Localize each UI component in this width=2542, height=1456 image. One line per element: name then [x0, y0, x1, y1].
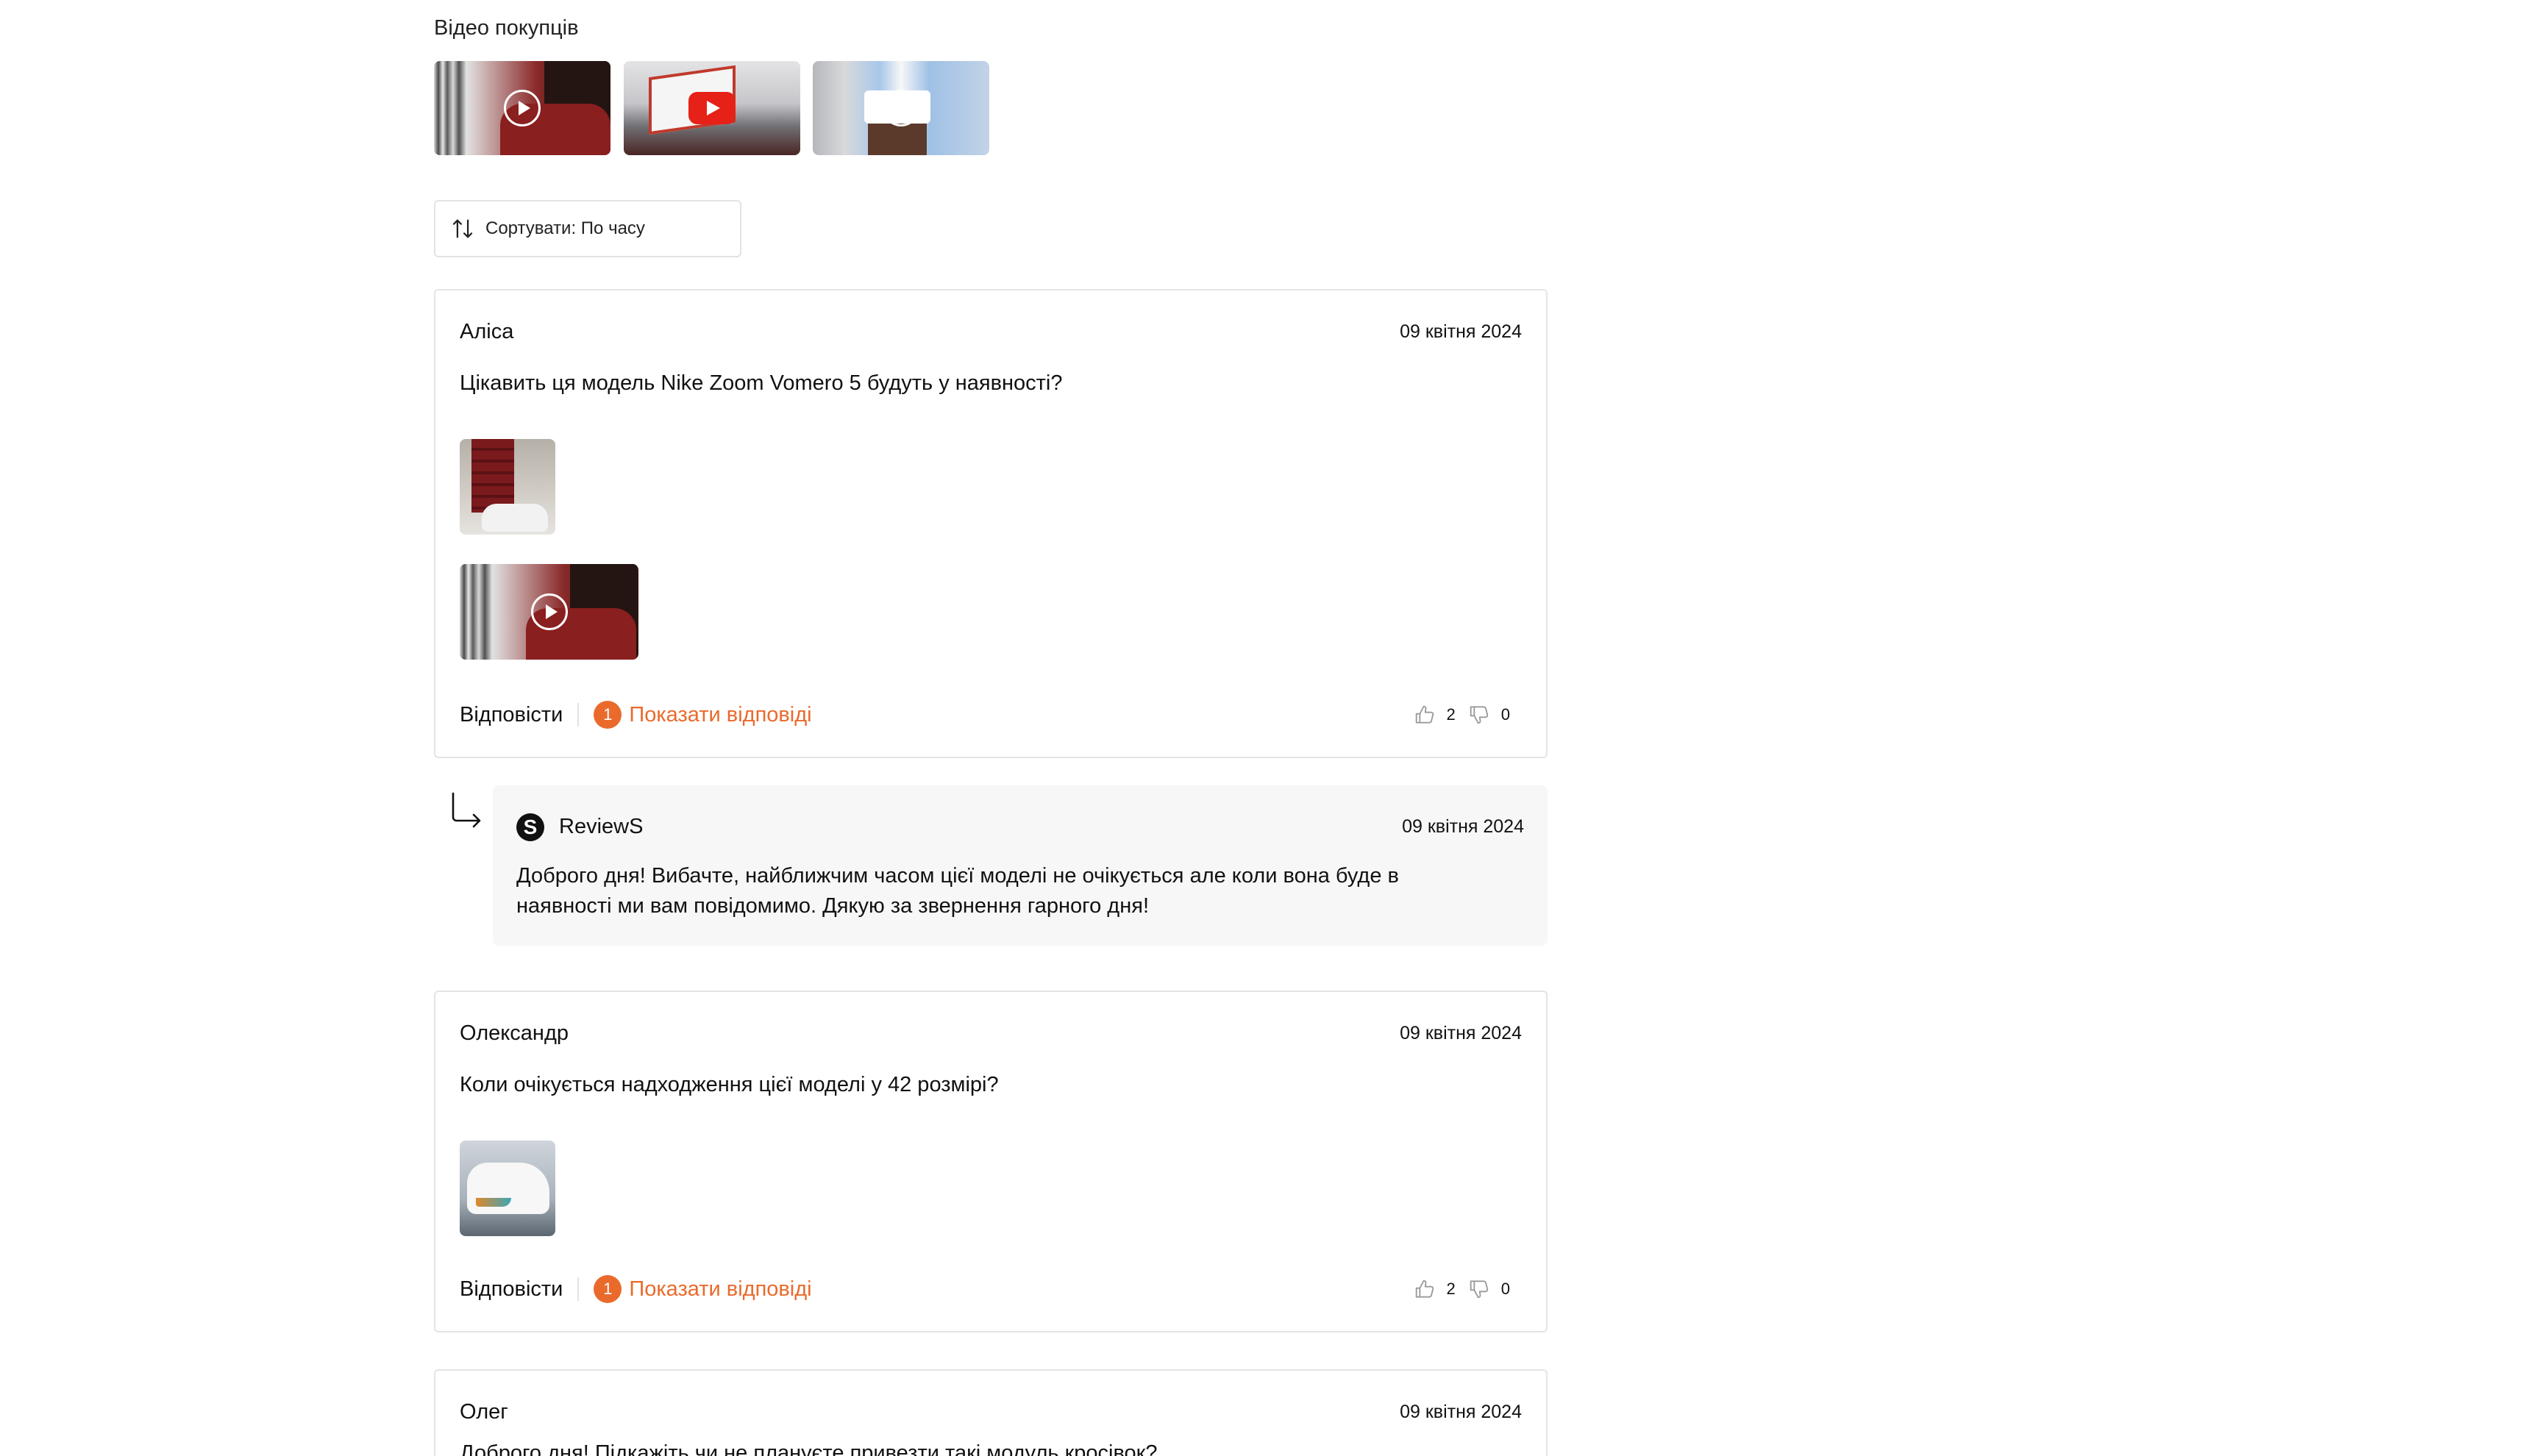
photo-socks — [471, 439, 514, 513]
vote-controls: 2 0 — [1413, 703, 1523, 727]
thumbs-down-icon[interactable] — [1467, 703, 1491, 727]
likes-count: 2 — [1446, 705, 1456, 724]
review-card: Аліса 09 квітня 2024 Цікавить ця модель … — [434, 289, 1548, 758]
reply-button[interactable]: Відповісти — [460, 1277, 563, 1302]
dislikes-count: 0 — [1500, 705, 1510, 724]
replies-count-badge: 1 — [594, 701, 622, 729]
review-card: Олександр 09 квітня 2024 Коли очікується… — [434, 991, 1548, 1332]
review-video-thumbnail[interactable] — [460, 564, 638, 660]
vote-controls: 2 0 — [1413, 1277, 1523, 1301]
sort-arrows-icon — [452, 219, 473, 238]
likes-count: 2 — [1446, 1280, 1456, 1298]
thumbs-down-icon[interactable] — [1467, 1277, 1491, 1301]
play-circle-icon — [504, 90, 541, 126]
review-author: Олександр — [460, 1021, 569, 1045]
reply-arrow-icon — [452, 792, 481, 828]
photo-sneaker-logo — [476, 1198, 511, 1207]
reply-author: ReviewS — [559, 815, 644, 838]
play-circle-icon — [883, 90, 919, 126]
customer-video-thumbnail[interactable] — [434, 61, 610, 155]
show-replies-link[interactable]: Показати відповіді — [629, 703, 811, 727]
youtube-play-icon — [688, 92, 736, 124]
play-circle-icon — [530, 593, 568, 630]
sort-label: Сортувати: По часу — [485, 218, 645, 238]
review-actions: Відповісти 1 Показати відповіді 2 0 — [460, 700, 1522, 729]
review-actions: Відповісти 1 Показати відповіді 2 0 — [460, 1274, 1522, 1304]
store-reply-card: S ReviewS 09 квітня 2024 Доброго дня! Ви… — [493, 785, 1548, 946]
thumbs-up-icon[interactable] — [1413, 1277, 1436, 1301]
review-date: 09 квітня 2024 — [1400, 321, 1522, 342]
replies-count-badge: 1 — [594, 1275, 622, 1303]
customer-video-thumbnail[interactable] — [813, 61, 989, 155]
review-author: Аліса — [460, 320, 514, 343]
review-author: Олег — [460, 1400, 508, 1424]
video-section-title: Відео покупців — [434, 16, 579, 40]
dislikes-count: 0 — [1500, 1280, 1510, 1298]
review-text: Коли очікується надходження цієї моделі … — [460, 1073, 999, 1096]
photo-shoe — [482, 504, 548, 532]
reply-text: Доброго дня! Вибачте, найближчим часом ц… — [516, 864, 1399, 918]
video-frame-skin — [868, 124, 927, 155]
page: Відео покупців Сортувати: По часу Аліса … — [0, 0, 2542, 1456]
show-replies-link[interactable]: Показати відповіді — [629, 1277, 811, 1302]
sort-button[interactable]: Сортувати: По часу — [434, 200, 741, 257]
divider — [577, 703, 580, 727]
store-logo: S — [516, 813, 544, 841]
reply-button[interactable]: Відповісти — [460, 703, 563, 727]
review-text: Цікавить ця модель Nike Zoom Vomero 5 бу… — [460, 371, 1063, 395]
customer-video-thumbnail[interactable] — [624, 61, 800, 155]
review-photo-thumbnail[interactable] — [460, 439, 555, 535]
divider — [577, 1277, 580, 1301]
reply-date: 09 квітня 2024 — [1402, 816, 1524, 837]
review-card: Олег 09 квітня 2024 Доброго дня! Підкажі… — [434, 1369, 1548, 1456]
thumbs-up-icon[interactable] — [1413, 703, 1436, 727]
review-date: 09 квітня 2024 — [1400, 1023, 1522, 1043]
review-date: 09 квітня 2024 — [1400, 1402, 1522, 1422]
review-photo-thumbnail[interactable] — [460, 1141, 555, 1236]
review-text: Доброго дня! Підкажіть чи не плануєте пр… — [460, 1441, 1158, 1456]
